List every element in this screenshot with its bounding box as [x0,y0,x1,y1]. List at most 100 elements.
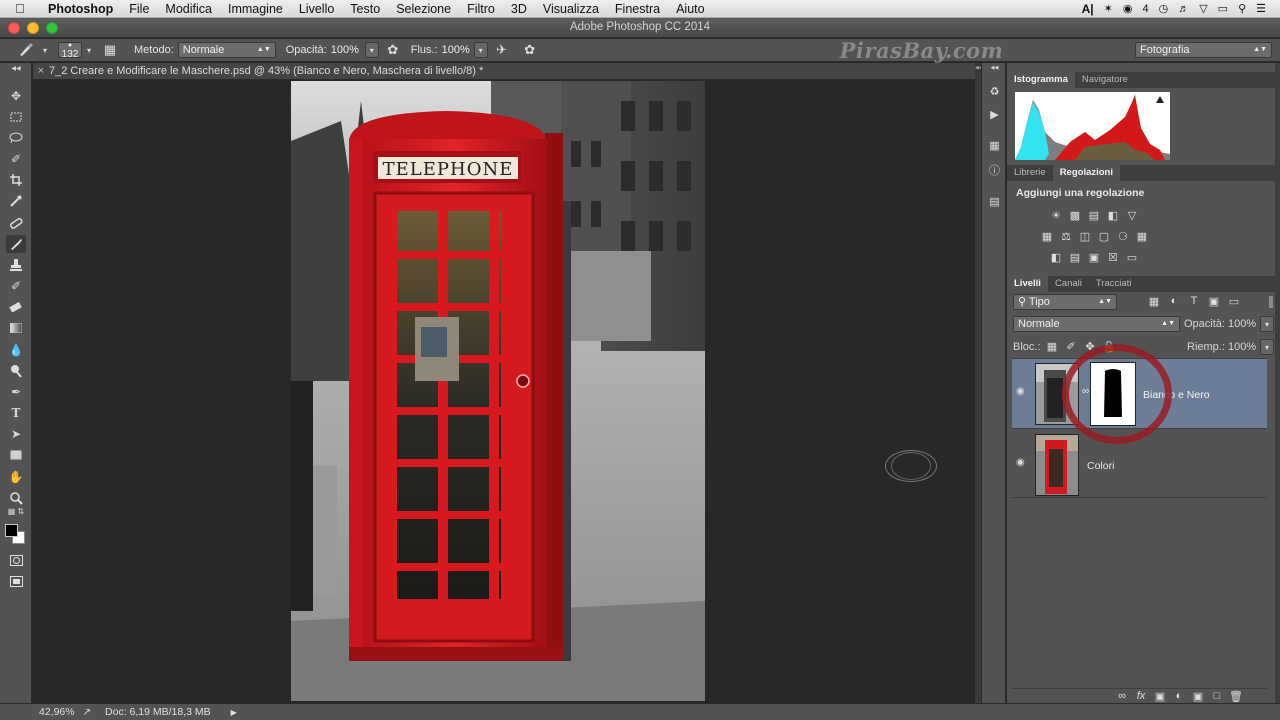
vibrance-icon[interactable]: ▽ [1125,208,1139,222]
blend-mode-select[interactable]: Normale ▲▼ [1013,316,1180,332]
brush-tool-icon[interactable] [6,235,26,253]
tab-tracciati[interactable]: Tracciati [1089,276,1139,292]
move-tool-icon[interactable]: ✥ [6,87,26,105]
filter-type-icon[interactable]: T [1187,294,1201,308]
color-lookup-icon[interactable]: ▦ [1135,229,1149,243]
menu-finestra[interactable]: Finestra [607,2,668,16]
screen-mode-icon[interactable] [6,572,26,590]
eraser-tool-icon[interactable] [6,298,26,316]
tools-collapse-icon[interactable]: ◀◀ [6,65,26,72]
rectangular-marquee-tool-icon[interactable] [6,108,26,126]
input-source-icon[interactable]: A| [1082,2,1094,16]
new-layer-icon[interactable]: □ [1210,689,1224,703]
posterize-icon[interactable]: ▤ [1068,250,1082,264]
filter-pixel-icon[interactable]: ▦ [1147,294,1161,308]
menu-filtro[interactable]: Filtro [459,2,503,16]
invert-icon[interactable]: ◧ [1049,250,1063,264]
actions-panel-icon[interactable]: ▶ [986,106,1003,123]
tab-navigatore[interactable]: Navigatore [1075,72,1135,88]
color-balance-icon[interactable]: ⚖ [1059,229,1073,243]
layer-visibility-eye-icon[interactable]: ◉ [1016,457,1028,469]
layer-thumbnail-colori[interactable] [1035,434,1079,496]
lasso-tool-icon[interactable] [6,129,26,147]
exposure-icon[interactable]: ◧ [1106,208,1120,222]
brush-picker-dropdown[interactable]: ▾ [82,42,96,58]
crop-tool-icon[interactable] [6,171,26,189]
apple-menu-icon[interactable]:  [0,1,40,16]
history-panel-icon[interactable]: ♻ [986,83,1003,100]
channel-mixer-icon[interactable]: ⚆ [1116,229,1130,243]
filter-shape-icon[interactable]: ▣ [1207,294,1221,308]
display-icon[interactable]: ▭ [1218,2,1228,15]
brush-presets-panel-icon[interactable]: ▦ [986,137,1003,154]
layer-opacity-value[interactable]: 100% [1228,318,1256,330]
opacity-slider-dropdown[interactable]: ▾ [364,42,379,58]
new-adjustment-layer-icon[interactable]: ◐ [1172,689,1186,703]
menu-3d[interactable]: 3D [503,2,535,16]
tab-librerie[interactable]: Librerie [1007,165,1053,181]
brightness-contrast-icon[interactable]: ☀ [1049,208,1063,222]
tab-canali[interactable]: Canali [1048,276,1089,292]
delete-layer-icon[interactable]: 🗑 [1229,689,1243,703]
tab-istogramma[interactable]: Istogramma [1007,72,1075,88]
menu-visualizza[interactable]: Visualizza [535,2,607,16]
threshold-icon[interactable]: ▣ [1087,250,1101,264]
zoom-level[interactable]: 42,96% [39,706,75,718]
type-tool-icon[interactable]: T [6,404,26,422]
levels-icon[interactable]: ▩ [1068,208,1082,222]
new-group-icon[interactable]: ▣ [1191,689,1205,703]
tool-preset-dropdown[interactable]: ▾ [38,42,52,58]
notification-center-icon[interactable]: ☰ [1256,2,1266,15]
path-selection-tool-icon[interactable]: ➤ [6,425,26,443]
filter-smart-object-icon[interactable]: ▭ [1227,294,1241,308]
menu-immagine[interactable]: Immagine [220,2,291,16]
layer-name-colori[interactable]: Colori [1087,460,1114,472]
document-close-icon[interactable]: × [33,65,49,77]
menu-testo[interactable]: Testo [342,2,388,16]
document-tab[interactable]: × 7_2 Creare e Modificare le Maschere.ps… [33,63,975,80]
share-icon[interactable]: ↗ [83,707,91,718]
fill-value[interactable]: 100% [1228,341,1256,353]
pressure-size-icon[interactable]: ✿ [520,42,540,58]
time-machine-icon[interactable]: ◷ [1159,2,1169,15]
layer-visibility-eye-icon[interactable]: ◉ [1016,386,1028,398]
blur-tool-icon[interactable]: 💧 [6,341,26,359]
pressure-opacity-icon[interactable]: ✿ [383,42,403,58]
filter-toggle[interactable] [1269,296,1273,308]
curves-icon[interactable]: ▤ [1087,208,1101,222]
canvas-area[interactable]: TELEPHONE [33,81,975,701]
brush-tool-preset-icon[interactable] [16,43,36,57]
tab-regolazioni[interactable]: Regolazioni [1052,165,1120,181]
opacity-field[interactable]: 100% [331,42,365,58]
layer-opacity-dropdown[interactable]: ▾ [1260,316,1274,332]
info-panel-icon[interactable]: ⓘ [986,161,1003,178]
layer-row-colori[interactable]: ◉ Colori [1012,430,1267,498]
volume-icon[interactable]: ♬ [1178,3,1189,15]
layer-style-fx-icon[interactable]: fx [1134,689,1148,703]
eyedropper-tool-icon[interactable] [6,192,26,210]
spot-healing-brush-tool-icon[interactable] [6,214,26,232]
history-brush-tool-icon[interactable]: ✐ [6,277,26,295]
menu-livello[interactable]: Livello [291,2,342,16]
tab-livelli[interactable]: Livelli [1007,276,1048,292]
menu-aiuto[interactable]: Aiuto [668,2,713,16]
flow-slider-dropdown[interactable]: ▾ [473,42,488,58]
battery-count[interactable]: 4 [1142,3,1148,15]
document-canvas-image[interactable]: TELEPHONE [291,81,705,701]
black-white-icon[interactable]: ◫ [1078,229,1092,243]
fill-dropdown[interactable]: ▾ [1260,339,1274,355]
menu-modifica[interactable]: Modifica [157,2,220,16]
menu-selezione[interactable]: Selezione [388,2,459,16]
hand-tool-icon[interactable]: ✋ [6,468,26,486]
flow-field[interactable]: 100% [442,42,474,58]
foreground-color-swatch[interactable] [5,524,18,537]
lock-image-pixels-icon[interactable]: ✐ [1064,339,1078,353]
default-colors-icon[interactable]: ▦ ⇅ [6,506,26,516]
menu-photoshop[interactable]: Photoshop [40,2,121,16]
pen-tool-icon[interactable]: ✒ [6,383,26,401]
filter-adjustment-icon[interactable]: ◐ [1167,294,1181,308]
brush-panel-toggle-icon[interactable]: ▦ [100,42,120,58]
dodge-tool-icon[interactable] [6,362,26,380]
airbrush-icon[interactable]: ✈ [492,42,512,58]
link-layers-icon[interactable]: ∞ [1115,689,1129,703]
